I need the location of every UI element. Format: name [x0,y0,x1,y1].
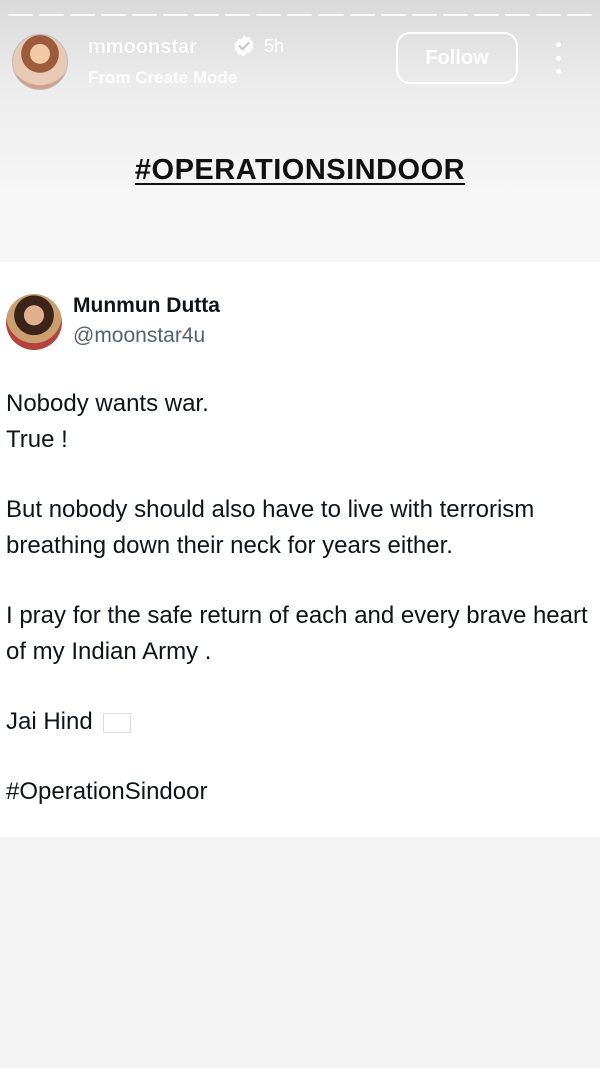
story-progress-segment [163,14,189,16]
more-vertical-icon[interactable] [550,42,566,74]
verified-badge-icon [234,35,254,57]
story-progress-segment [256,14,282,16]
story-progress-segment [380,14,406,16]
tweet-body: Nobody wants war. True ! But nobody shou… [6,386,596,810]
story-progress-segment [194,14,220,16]
tweet-paragraph: I pray for the safe return of each and e… [6,602,588,665]
tweet-avatar [6,294,62,350]
story-source-label: From Create Mode [88,68,238,87]
hashtag-link[interactable]: #OperationSindoor [6,774,596,810]
story-progress-segment [566,14,592,16]
tweet-paragraph: Jai Hind [6,704,596,740]
story-progress-segment [473,14,499,16]
story-headline: #OPERATIONSINDOOR [134,154,466,186]
story-progress-segment [287,14,313,16]
story-progress-segment [39,14,65,16]
tweet-paragraph: But nobody should also have to live with… [6,496,535,559]
story-progress-segment [535,14,561,16]
story-avatar[interactable] [12,34,68,90]
story-timestamp: 5h [264,36,285,56]
indian-flag-icon [103,712,132,733]
jai-hind-text: Jai Hind [6,708,93,735]
tweet-author-handle: @moonstar4u [73,324,206,347]
story-progress-segment [442,14,468,16]
story-progress-segment [70,14,96,16]
story-progress-segment [225,14,251,16]
tweet-paragraph: Nobody wants war. True ! [6,386,596,458]
story-progress-segment [101,14,127,16]
follow-button[interactable]: Follow [396,32,518,84]
story-progress-segment [318,14,344,16]
tweet-line: Nobody wants war. [6,390,209,417]
story-username[interactable]: mmoonstar [88,36,197,59]
story-progress-segment [349,14,375,16]
tweet-card: Munmun Dutta @moonstar4u Nobody wants wa… [0,262,600,837]
tweet-line: True ! [6,426,68,453]
story-progress-segment [504,14,530,16]
story-header: mmoonstar 5h From Create Mode Follow [12,30,588,90]
story-progress-segment [411,14,437,16]
tweet-author-name: Munmun Dutta [73,294,220,317]
story-progress-segment [132,14,158,16]
story-progress-bar [8,14,592,18]
story-progress-segment [8,14,34,16]
